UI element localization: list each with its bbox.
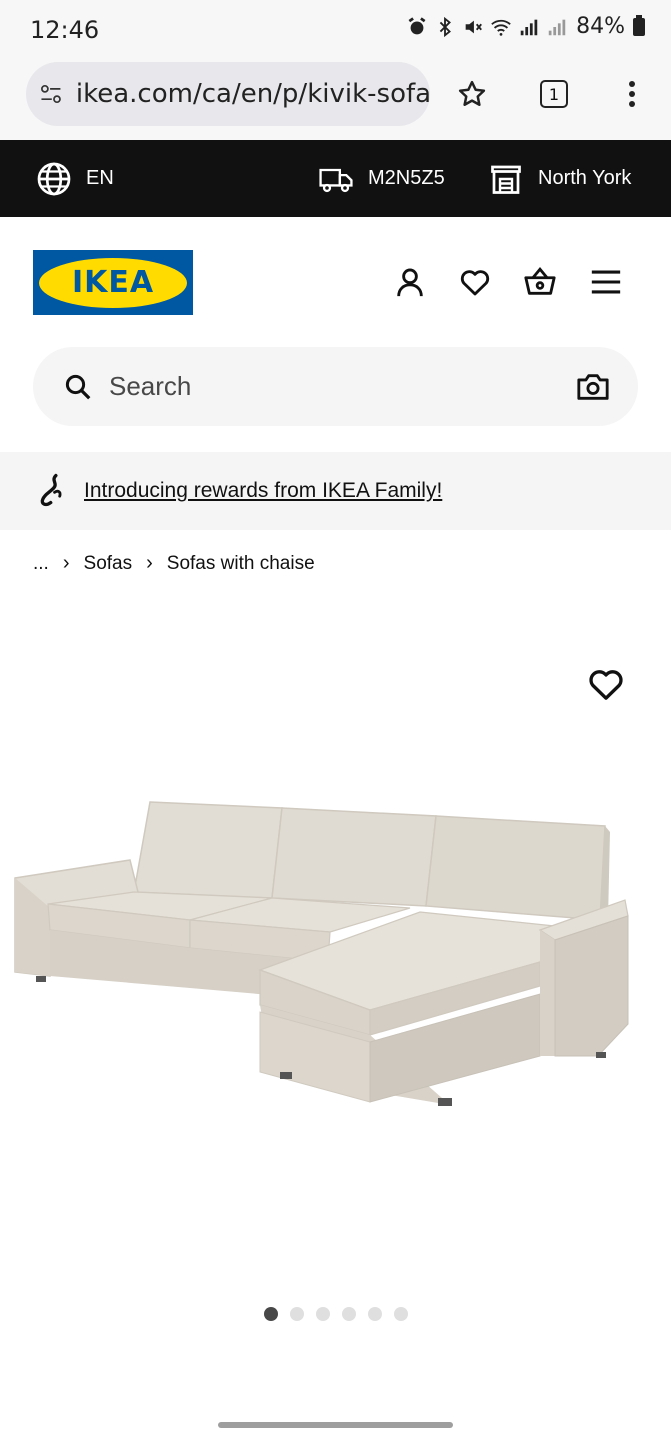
utility-bar: EN M2N5Z5 North York [0, 140, 671, 217]
battery-percent: 84% [576, 14, 625, 39]
tab-count: 1 [540, 80, 568, 108]
star-icon [458, 80, 486, 106]
alarm-icon [408, 16, 426, 34]
delivery-truck-icon [319, 168, 353, 192]
carousel-dot[interactable] [393, 1307, 408, 1321]
search-bar[interactable]: Search [33, 347, 638, 426]
wifi-icon [491, 19, 511, 36]
add-to-favourites-heart-icon[interactable] [586, 664, 626, 704]
promo-banner: Introducing rewards from IKEA Family! [0, 452, 671, 530]
signal-icon [520, 19, 538, 35]
language-label: EN [86, 167, 114, 189]
carousel-dot[interactable] [289, 1307, 304, 1321]
language-selector[interactable]: EN [36, 140, 114, 217]
postal-code-selector[interactable]: M2N5Z5 [318, 140, 445, 217]
tab-switcher-button[interactable]: 1 [534, 74, 574, 114]
account-icon[interactable] [393, 265, 427, 299]
favourites-heart-icon[interactable] [458, 265, 492, 299]
hamburger-menu-icon[interactable] [589, 265, 623, 299]
logo-oval: IKEA [39, 257, 187, 308]
site-header: IKEA [0, 217, 671, 337]
breadcrumb: ... › Sofas › Sofas with chaise [33, 552, 315, 575]
bluetooth-icon [439, 16, 452, 37]
globe-icon [37, 162, 71, 195]
browser-menu-button[interactable] [612, 74, 652, 114]
store-selector[interactable]: North York [488, 140, 631, 217]
breadcrumb-item-sofas-with-chaise[interactable]: Sofas with chaise [167, 553, 315, 575]
battery-icon [633, 14, 645, 36]
carousel-dot[interactable] [315, 1307, 330, 1321]
product-image-kivik-sofa[interactable] [10, 780, 661, 1120]
browser-toolbar: ikea.com/ca/en/p/kivik-sofa-witl 1 [0, 58, 671, 140]
ikea-family-icon [40, 473, 62, 507]
ikea-family-rewards-link[interactable]: Introducing rewards from IKEA Family! [84, 479, 442, 503]
search-input[interactable]: Search [109, 371, 576, 402]
postal-code-label: M2N5Z5 [368, 167, 445, 189]
signal-roaming-icon [548, 19, 566, 35]
carousel-dot[interactable] [367, 1307, 382, 1321]
camera-search-icon[interactable] [576, 370, 610, 404]
status-time: 12:46 [30, 16, 100, 44]
bookmark-star-button[interactable] [452, 74, 492, 114]
status-indicators: 84% [406, 14, 645, 39]
breadcrumb-ellipsis[interactable]: ... [33, 553, 49, 575]
shopping-basket-icon[interactable] [523, 265, 557, 299]
ikea-logo[interactable]: IKEA [33, 250, 193, 315]
url-text: ikea.com/ca/en/p/kivik-sofa-witl [75, 79, 430, 109]
search-icon [65, 374, 91, 399]
gesture-home-bar[interactable] [218, 1422, 453, 1428]
site-settings-icon[interactable] [38, 79, 64, 109]
chevron-right-icon: › [146, 552, 153, 574]
logo-text: IKEA [71, 265, 155, 300]
breadcrumb-item-sofas[interactable]: Sofas [84, 553, 133, 575]
carousel-dot[interactable] [263, 1307, 278, 1321]
mute-icon [465, 20, 483, 33]
address-bar[interactable]: ikea.com/ca/en/p/kivik-sofa-witl [26, 62, 430, 126]
more-vertical-icon [629, 81, 635, 107]
carousel-dot[interactable] [341, 1307, 356, 1321]
chevron-right-icon: › [62, 552, 70, 574]
status-bar: 12:46 84% [0, 0, 671, 58]
image-carousel-indicator [0, 1307, 671, 1321]
store-icon [491, 165, 521, 194]
store-label: North York [538, 167, 632, 189]
